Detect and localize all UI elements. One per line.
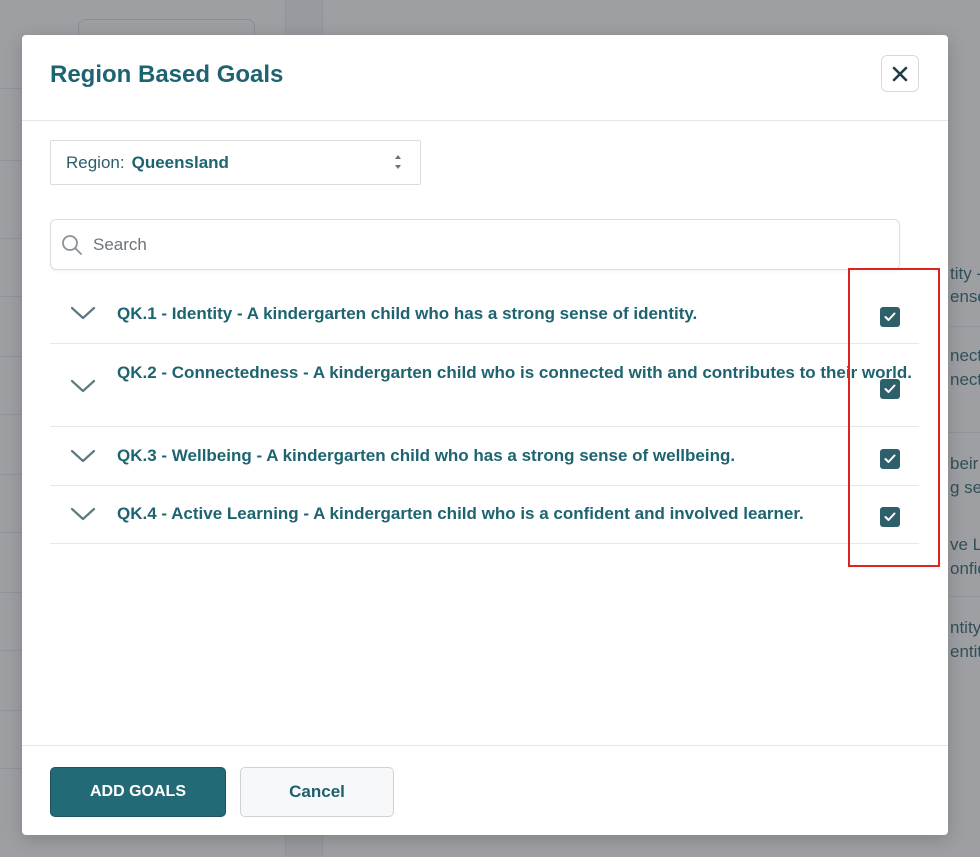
modal-header: Region Based Goals <box>22 35 948 121</box>
goal-row: QK.2 - Connectedness - A kindergarten ch… <box>50 344 919 427</box>
goal-checkbox[interactable] <box>880 449 900 469</box>
add-goals-button[interactable]: ADD GOALS <box>50 767 226 817</box>
goal-checkbox[interactable] <box>880 507 900 527</box>
sort-arrows-icon <box>395 155 401 169</box>
goal-checkbox[interactable] <box>880 379 900 399</box>
checkmark-icon <box>884 454 896 463</box>
modal-footer: ADD GOALS Cancel <box>22 745 948 835</box>
region-select[interactable]: Region: Queensland <box>50 140 421 185</box>
goal-label: QK.1 - Identity - A kindergarten child w… <box>117 304 698 323</box>
close-button[interactable] <box>881 55 919 92</box>
goal-label: QK.2 - Connectedness - A kindergarten ch… <box>117 363 912 382</box>
search-input[interactable] <box>93 230 883 260</box>
checkmark-icon <box>884 512 896 521</box>
goal-label: QK.4 - Active Learning - A kindergarten … <box>117 504 804 523</box>
checkmark-icon <box>884 312 896 321</box>
goal-row: QK.1 - Identity - A kindergarten child w… <box>50 285 919 344</box>
chevron-down-icon[interactable] <box>70 378 96 394</box>
search-icon <box>62 235 82 255</box>
goal-label: QK.3 - Wellbeing - A kindergarten child … <box>117 446 736 465</box>
cancel-button[interactable]: Cancel <box>240 767 394 817</box>
region-goals-modal: Region Based Goals Region: Queensland QK… <box>22 35 948 835</box>
chevron-down-icon[interactable] <box>70 448 96 464</box>
checkmark-icon <box>884 384 896 393</box>
modal-title: Region Based Goals <box>50 61 284 88</box>
chevron-down-icon[interactable] <box>70 305 96 321</box>
goal-row: QK.4 - Active Learning - A kindergarten … <box>50 486 919 544</box>
close-icon <box>892 66 908 81</box>
region-label: Region: <box>66 152 125 172</box>
search-box <box>50 219 900 270</box>
goal-row: QK.3 - Wellbeing - A kindergarten child … <box>50 427 919 486</box>
chevron-down-icon[interactable] <box>70 506 96 522</box>
region-value: Queensland <box>131 152 229 172</box>
goal-checkbox[interactable] <box>880 307 900 327</box>
